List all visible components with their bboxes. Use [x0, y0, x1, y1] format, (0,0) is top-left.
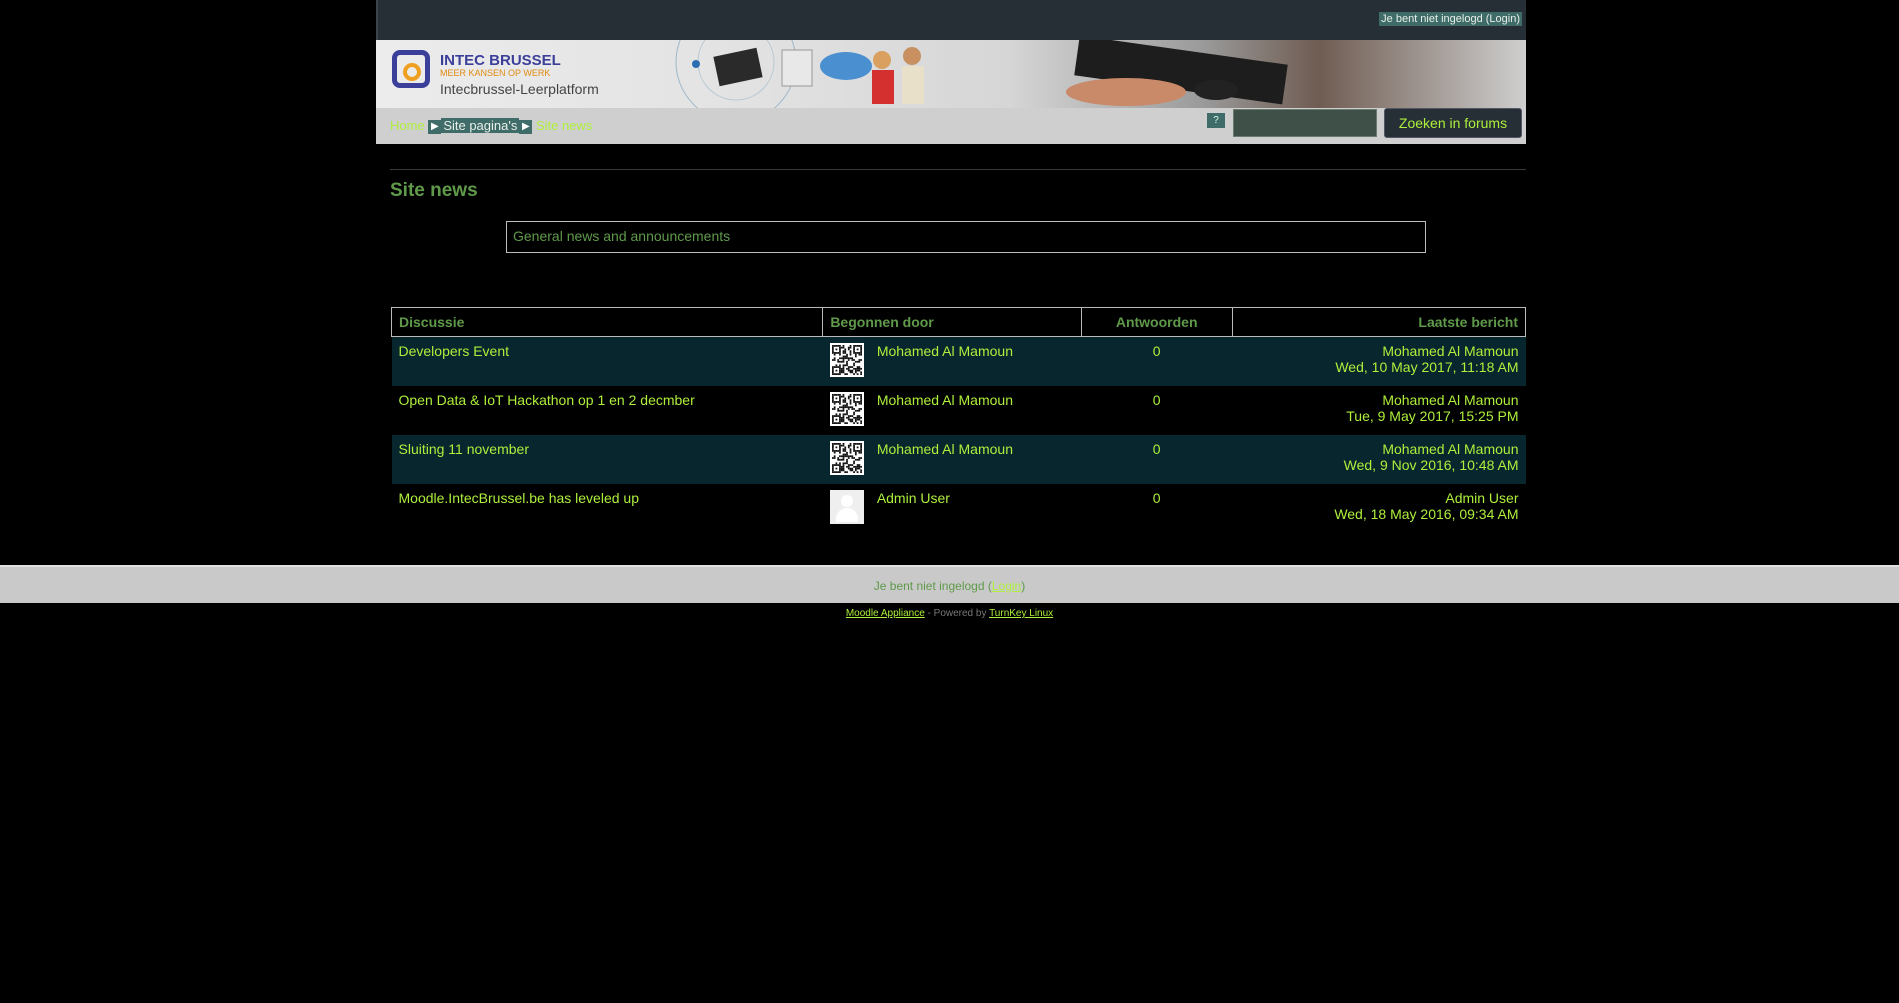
breadcrumb-separator-icon: ▶: [519, 119, 533, 134]
powered-by-text: - Powered by: [924, 608, 990, 619]
intec-logo-icon: [392, 50, 430, 88]
breadcrumb-home[interactable]: Home: [390, 118, 425, 133]
started-by-cell: Mohamed Al Mamoun: [822, 385, 1082, 435]
column-header-started-by[interactable]: Begonnen door: [822, 307, 1082, 337]
reply-count: 0: [1081, 483, 1233, 533]
banner-illustration: [675, 40, 1288, 108]
table-row: Sluiting 11 november Mohamed Al Mamoun 0…: [391, 434, 1526, 484]
last-post-author[interactable]: Mohamed Al Mamoun: [1239, 392, 1518, 408]
discussion-title[interactable]: Open Data & IoT Hackathon op 1 en 2 decm…: [391, 385, 823, 435]
powered-by: Moodle Appliance - Powered by TurnKey Li…: [0, 608, 1899, 619]
top-bar: Je bent niet ingelogd (Login): [376, 0, 1526, 40]
breadcrumb-site-news[interactable]: Site news: [536, 118, 592, 133]
reply-count: 0: [1081, 385, 1233, 435]
logo-subtitle: MEER KANSEN OP WERK: [440, 68, 551, 78]
author-link[interactable]: Admin User: [877, 490, 950, 506]
discussion-title[interactable]: Sluiting 11 november: [391, 434, 823, 484]
breadcrumb-site-pages[interactable]: Site pagina's: [441, 118, 520, 133]
column-header-discussion[interactable]: Discussie: [390, 307, 824, 337]
qr-code-avatar-icon[interactable]: [829, 440, 864, 475]
help-icon[interactable]: ?: [1207, 113, 1225, 128]
table-row: Open Data & IoT Hackathon op 1 en 2 decm…: [391, 385, 1526, 435]
last-post-date[interactable]: Wed, 9 Nov 2016, 10:48 AM: [1239, 457, 1519, 473]
last-post-cell: Admin User Wed, 18 May 2016, 09:34 AM: [1232, 483, 1526, 533]
page-container: Je bent niet ingelogd (Login) INTEC BRUS…: [376, 0, 1526, 565]
table-row: Moodle.IntecBrussel.be has leveled up Ad…: [391, 483, 1526, 533]
moodle-appliance-link[interactable]: Moodle Appliance: [846, 608, 925, 619]
footer-login-info: Je bent niet ingelogd (Login): [0, 565, 1899, 603]
started-by-cell: Admin User: [822, 483, 1082, 533]
discussion-table: Discussie Begonnen door Antwoorden Laats…: [390, 307, 1526, 533]
table-header: Discussie Begonnen door Antwoorden Laats…: [390, 307, 1526, 337]
last-post-date[interactable]: Tue, 9 May 2017, 15:25 PM: [1239, 408, 1518, 424]
last-post-cell: Mohamed Al Mamoun Wed, 9 Nov 2016, 10:48 …: [1232, 434, 1526, 484]
last-post-author[interactable]: Mohamed Al Mamoun: [1239, 441, 1518, 457]
started-by-cell: Mohamed Al Mamoun: [822, 336, 1082, 386]
site-banner: INTEC BRUSSEL MEER KANSEN OP WERK Intecb…: [376, 40, 1526, 108]
discussion-title[interactable]: Moodle.IntecBrussel.be has leveled up: [391, 483, 823, 533]
breadcrumb-separator-icon: ▶: [428, 119, 442, 134]
last-post-cell: Mohamed Al Mamoun Tue, 9 May 2017, 15:25 …: [1232, 385, 1526, 435]
reply-count: 0: [1081, 336, 1233, 386]
last-post-cell: Mohamed Al Mamoun Wed, 10 May 2017, 11:18…: [1232, 336, 1526, 386]
author-link[interactable]: Mohamed Al Mamoun: [877, 441, 1013, 457]
breadcrumb: Home ▶ Site pagina's ▶ Site news: [390, 118, 592, 134]
last-post-author[interactable]: Admin User: [1239, 490, 1518, 506]
discussion-title[interactable]: Developers Event: [391, 336, 823, 386]
footer-login-link[interactable]: Login: [992, 579, 1021, 593]
logo-title: INTEC BRUSSEL: [440, 52, 561, 69]
reply-count: 0: [1081, 434, 1233, 484]
qr-code-avatar-icon[interactable]: [829, 391, 864, 426]
turnkey-linux-link[interactable]: TurnKey Linux: [989, 608, 1053, 619]
table-row: Developers Event Mohamed Al Mamoun 0 Moh…: [391, 336, 1526, 386]
login-info[interactable]: Je bent niet ingelogd (Login): [1379, 12, 1522, 26]
column-header-last-post[interactable]: Laatste bericht: [1231, 307, 1526, 337]
author-link[interactable]: Mohamed Al Mamoun: [877, 343, 1013, 359]
column-header-replies[interactable]: Antwoorden: [1080, 307, 1233, 337]
search-forums-input[interactable]: [1233, 109, 1377, 137]
footer-login-suffix: ): [1021, 579, 1026, 593]
started-by-cell: Mohamed Al Mamoun: [822, 434, 1082, 484]
divider: [390, 169, 1526, 170]
last-post-date[interactable]: Wed, 10 May 2017, 11:18 AM: [1239, 359, 1518, 375]
nav-bar: Home ▶ Site pagina's ▶ Site news ? Zoeken …: [376, 108, 1526, 144]
page-title: Site news: [390, 180, 478, 201]
author-link[interactable]: Mohamed Al Mamoun: [877, 392, 1013, 408]
last-post-author[interactable]: Mohamed Al Mamoun: [1239, 343, 1518, 359]
qr-code-avatar-icon[interactable]: [829, 343, 864, 377]
search-forums-button[interactable]: Zoeken in forums: [1384, 108, 1522, 138]
platform-name: Intecbrussel-Leerplatform: [440, 81, 599, 97]
default-user-avatar-icon[interactable]: [829, 489, 864, 524]
last-post-date[interactable]: Wed, 18 May 2016, 09:34 AM: [1239, 506, 1518, 522]
forum-description: General news and announcements: [506, 221, 1426, 253]
footer-login-prefix: Je bent niet ingelogd (: [873, 579, 992, 593]
